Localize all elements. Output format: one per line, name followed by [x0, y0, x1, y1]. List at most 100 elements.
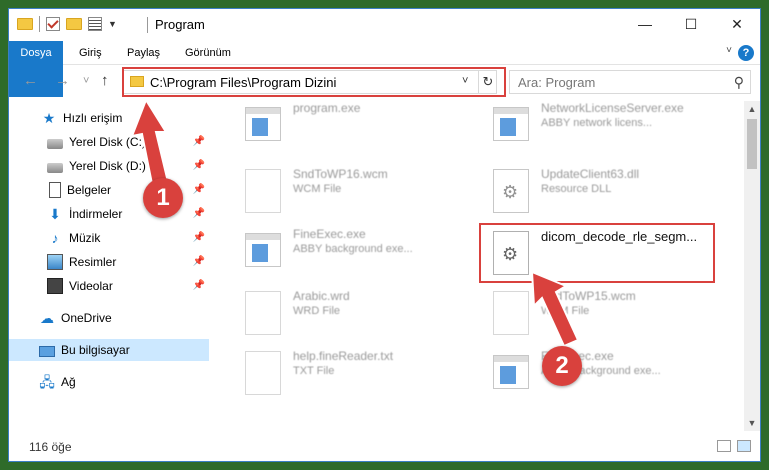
- network-icon: 🖧: [39, 374, 55, 390]
- pin-icon: 📌: [192, 232, 205, 243]
- sidebar-item-disk-d[interactable]: Yerel Disk (D:) 📌: [9, 155, 209, 177]
- dll-icon: ⚙: [493, 169, 529, 213]
- file-item[interactable]: help.fineReader.txt TXT File: [235, 345, 475, 401]
- scroll-down-icon[interactable]: ▼: [744, 415, 760, 431]
- properties-icon[interactable]: [88, 17, 102, 31]
- tab-view[interactable]: Görünüm: [185, 41, 231, 65]
- sidebar-item-label: Belgeler: [67, 183, 112, 197]
- video-icon: [47, 278, 63, 294]
- picture-icon: [47, 254, 63, 270]
- file-type: ABBY network licens...: [541, 117, 653, 129]
- minimize-button[interactable]: —: [622, 9, 668, 39]
- new-folder-icon[interactable]: [66, 18, 82, 30]
- navigation-pane: ★ Hızlı erişim Yerel Disk (C:) 📌 Yerel D…: [9, 101, 214, 431]
- file-item[interactable]: SndToWP16.wcm WCM File: [235, 163, 475, 219]
- sidebar-item-network[interactable]: 🖧 Ağ: [9, 371, 209, 393]
- cloud-icon: ☁: [40, 310, 54, 326]
- properties-check-icon[interactable]: [46, 17, 60, 31]
- forward-arrow-icon[interactable]: →: [55, 72, 70, 89]
- customize-chevron-icon[interactable]: ▼: [108, 19, 117, 29]
- status-bar: 116 öğe: [9, 435, 760, 459]
- sidebar-item-label: İndirmeler: [69, 207, 123, 221]
- file-item[interactable]: SndToWP15.wcm WCM File: [483, 285, 723, 341]
- file-name: SndToWP16.wcm: [293, 167, 388, 181]
- sidebar-item-onedrive[interactable]: ☁ OneDrive: [9, 307, 209, 329]
- maximize-button[interactable]: ☐: [668, 9, 714, 39]
- sidebar-item-music[interactable]: ♪ Müzik 📌: [9, 227, 209, 249]
- up-arrow-icon[interactable]: ↑: [101, 72, 109, 89]
- file-type: WCM File: [293, 183, 342, 195]
- close-button[interactable]: ✕: [714, 9, 760, 39]
- download-icon: ⬇: [49, 206, 61, 222]
- scroll-up-icon[interactable]: ▲: [744, 101, 760, 117]
- sidebar-item-label: Ağ: [61, 375, 76, 389]
- sidebar-item-quick-access[interactable]: ★ Hızlı erişim: [9, 107, 209, 129]
- file-type: WCM File: [541, 305, 590, 317]
- sidebar-item-label: Yerel Disk (D:): [69, 159, 146, 173]
- file-item[interactable]: ⚙ UpdateClient63.dll Resource DLL: [483, 163, 723, 219]
- search-icon[interactable]: ⚲: [734, 74, 744, 91]
- music-icon: ♪: [51, 230, 59, 246]
- app-icon: [493, 355, 529, 389]
- pin-icon: 📌: [192, 256, 205, 267]
- recent-locations-chevron-icon[interactable]: ˅: [83, 75, 89, 87]
- item-count: 116 öğe: [29, 440, 72, 454]
- sidebar-item-label: Resimler: [69, 255, 117, 269]
- title-divider: [147, 17, 148, 33]
- star-icon: ★: [42, 110, 56, 126]
- step-1-badge: 1: [143, 178, 183, 218]
- disk-icon: [47, 138, 63, 149]
- address-highlight-box: [122, 67, 506, 97]
- sidebar-item-label: Müzik: [69, 231, 101, 245]
- file-name: NetworkLicenseServer.exe: [541, 101, 684, 115]
- file-name: help.fineReader.txt: [293, 349, 394, 363]
- folder-icon: [17, 18, 33, 30]
- quick-access-toolbar: ▼: [17, 16, 117, 32]
- back-arrow-icon[interactable]: ←: [23, 72, 38, 89]
- scroll-thumb[interactable]: [747, 119, 757, 169]
- search-input[interactable]: Ara: Program: [518, 75, 595, 90]
- file-icon: [493, 291, 529, 335]
- file-icon: [245, 291, 281, 335]
- large-icons-view-icon[interactable]: [737, 440, 751, 452]
- sidebar-item-label: Videolar: [69, 279, 113, 293]
- search-box[interactable]: Ara: Program ⚲: [509, 70, 751, 94]
- expand-ribbon-chevron-icon[interactable]: ˅: [726, 45, 732, 56]
- file-name: FineExec.exe: [293, 227, 366, 241]
- sidebar-item-videos[interactable]: Videolar 📌: [9, 275, 209, 297]
- file-name: Arabic.wrd: [293, 289, 350, 303]
- file-item[interactable]: Arabic.wrd WRD File: [235, 285, 475, 341]
- window-title: Program: [155, 17, 205, 32]
- file-name: UpdateClient63.dll: [541, 167, 640, 181]
- file-highlight-box: [479, 223, 715, 283]
- app-icon: [245, 233, 281, 267]
- sidebar-item-label: Yerel Disk (C:): [69, 135, 146, 149]
- tab-share[interactable]: Paylaş: [127, 41, 160, 65]
- title-bar: ▼ Program — ☐ ✕: [9, 9, 760, 41]
- app-icon: [493, 107, 529, 141]
- pin-icon: 📌: [192, 160, 205, 171]
- pin-icon: 📌: [192, 136, 205, 147]
- explorer-window: ▼ Program — ☐ ✕ Dosya Giriş Paylaş Görün…: [8, 8, 761, 462]
- file-item[interactable]: FineExec.exe ABBY background exe...: [483, 345, 723, 401]
- details-view-icon[interactable]: [717, 440, 731, 452]
- file-item[interactable]: FineExec.exe ABBY background exe...: [235, 223, 475, 279]
- navigation-bar: ← → ˅ ↑ C:\Program Files\Program Dizini …: [9, 66, 760, 98]
- tab-home[interactable]: Giriş: [79, 41, 102, 65]
- vertical-scrollbar[interactable]: ▲ ▼: [744, 101, 760, 431]
- help-button[interactable]: ?: [738, 45, 754, 61]
- sidebar-item-pictures[interactable]: Resimler 📌: [9, 251, 209, 273]
- file-name: program.exe: [293, 101, 361, 115]
- sidebar-item-this-pc[interactable]: Bu bilgisayar: [9, 339, 209, 361]
- file-icon: [245, 351, 281, 395]
- file-item[interactable]: NetworkLicenseServer.exe ABBY network li…: [483, 97, 723, 153]
- sidebar-item-label: Hızlı erişim: [63, 111, 123, 125]
- file-list: program.exe NetworkLicenseServer.exe ABB…: [221, 101, 746, 431]
- file-icon: [245, 169, 281, 213]
- file-type: ABBY background exe...: [293, 243, 413, 255]
- sidebar-item-label: OneDrive: [61, 311, 112, 325]
- sidebar-item-disk-c[interactable]: Yerel Disk (C:) 📌: [9, 131, 209, 153]
- ribbon-tabs: Dosya Giriş Paylaş Görünüm ˅ ?: [9, 41, 760, 97]
- file-item[interactable]: program.exe: [235, 97, 475, 153]
- exe-icon: [245, 107, 281, 141]
